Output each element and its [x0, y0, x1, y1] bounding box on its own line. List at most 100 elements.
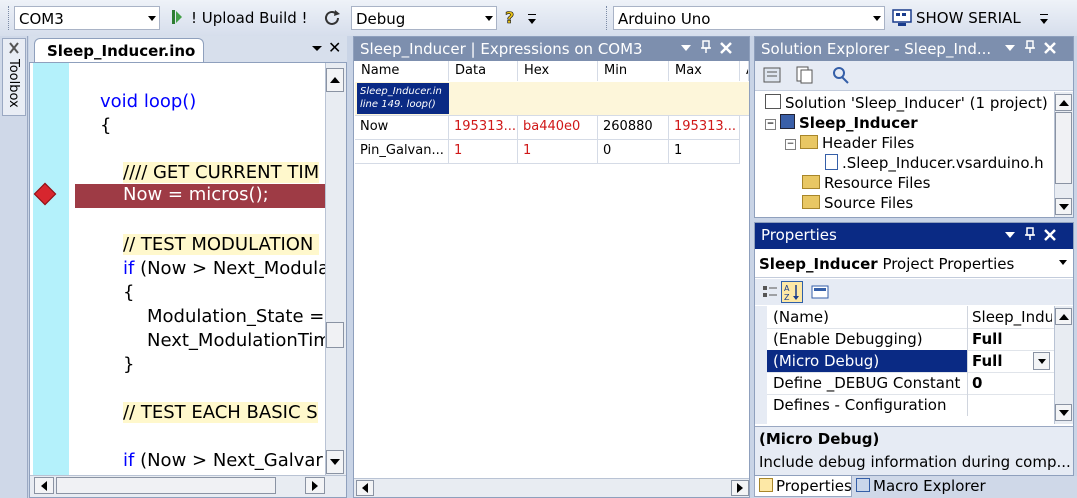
property-value[interactable]: Sleep_Indu	[972, 308, 1052, 326]
tab-sleep-inducer-ino[interactable]: Sleep_Inducer.ino	[34, 38, 204, 62]
pin-icon[interactable]	[1024, 227, 1036, 245]
properties-title-bar[interactable]: Properties	[755, 223, 1073, 249]
chevron-down-icon[interactable]	[482, 7, 496, 29]
tab-macro-explorer[interactable]: Macro Explorer	[852, 476, 990, 497]
column-header-max[interactable]: Max	[669, 61, 740, 81]
code-comment: //// GET CURRENT TIM	[123, 162, 320, 183]
upload-icon[interactable]	[172, 10, 182, 24]
tree-item-resource-files[interactable]: Resource Files	[802, 174, 930, 192]
properties-title: Properties	[761, 226, 837, 244]
expression-name[interactable]: Pin_Galvan...	[355, 140, 449, 164]
expression-name[interactable]: Now	[355, 116, 449, 140]
close-icon[interactable]	[1044, 227, 1056, 245]
toolbox-tab[interactable]: Toolbox	[2, 38, 26, 116]
dropdown-arrow-icon[interactable]	[1004, 227, 1016, 245]
property-row[interactable]: (Name) Sleep_Indu	[767, 306, 1054, 329]
column-header-a[interactable]: A	[740, 61, 749, 81]
close-icon[interactable]	[1044, 40, 1056, 58]
properties-icon[interactable]	[763, 66, 783, 84]
code-keyword: if	[123, 258, 135, 279]
column-header-min[interactable]: Min	[598, 61, 669, 81]
scroll-right-button[interactable]	[731, 480, 749, 496]
dropdown-arrow-icon[interactable]	[309, 40, 325, 56]
scroll-down-button[interactable]	[1055, 198, 1072, 215]
expression-min[interactable]: 260880	[598, 116, 669, 140]
expression-data[interactable]: 195313...	[449, 116, 518, 140]
editor-vertical-scrollbar[interactable]	[325, 63, 346, 475]
expressions-horizontal-scrollbar[interactable]	[354, 478, 749, 497]
scroll-right-button[interactable]	[305, 477, 325, 494]
scroll-thumb[interactable]	[56, 477, 276, 494]
expressions-title-bar[interactable]: Sleep_Inducer | Expressions on COM3	[354, 37, 749, 61]
debug-hint-icon[interactable]: ?	[504, 8, 518, 28]
solution-explorer-title-bar[interactable]: Solution Explorer - Sleep_Ind...	[755, 37, 1073, 61]
chevron-down-icon[interactable]	[870, 7, 884, 29]
scroll-left-button[interactable]	[356, 480, 374, 496]
toolbar-grip[interactable]	[606, 6, 609, 30]
scroll-up-button[interactable]	[1055, 94, 1072, 111]
expression-hex[interactable]: ba440e0	[518, 116, 598, 140]
expression-max[interactable]: 1	[669, 140, 740, 164]
refresh-icon[interactable]	[322, 8, 342, 28]
property-row[interactable]: (Enable Debugging) Full	[767, 328, 1054, 351]
pin-icon[interactable]	[700, 40, 712, 58]
class-view-icon[interactable]	[831, 66, 851, 84]
tab-properties[interactable]: Properties	[754, 476, 852, 497]
property-pages-icon[interactable]	[811, 283, 829, 301]
close-icon[interactable]	[720, 40, 732, 58]
board-combo[interactable]: Arduino Uno	[613, 6, 885, 30]
collapse-icon[interactable]: −	[785, 139, 796, 150]
property-row[interactable]: Defines - Configuration	[767, 394, 1054, 417]
dropdown-arrow-icon[interactable]	[1004, 40, 1016, 58]
column-header-name[interactable]: Name	[355, 61, 449, 81]
code-area[interactable]: void loop() { //// GET CURRENT TIM // TE…	[69, 63, 325, 475]
column-header-hex[interactable]: Hex	[518, 61, 598, 81]
property-dropdown-button[interactable]	[1033, 352, 1050, 370]
column-header-data[interactable]: Data	[449, 61, 518, 81]
property-value[interactable]: Full	[972, 330, 1052, 348]
serial-monitor-icon[interactable]	[892, 9, 912, 27]
tree-item-project[interactable]: − Sleep_Inducer	[765, 114, 918, 132]
code-comment: // TEST EACH BASIC S	[123, 402, 318, 423]
configuration-combo[interactable]: Debug	[351, 6, 497, 30]
categorized-icon[interactable]	[761, 283, 779, 301]
chevron-down-icon[interactable]	[145, 7, 159, 29]
scroll-thumb[interactable]	[1055, 112, 1072, 184]
scroll-thumb[interactable]	[326, 322, 344, 348]
expression-hex[interactable]: 1	[518, 140, 598, 164]
tree-item-solution[interactable]: Solution 'Sleep_Inducer' (1 project)	[765, 94, 1048, 112]
object-selector[interactable]: Sleep_Inducer Project Properties	[755, 250, 1073, 278]
scroll-left-button[interactable]	[34, 477, 54, 494]
dropdown-arrow-icon[interactable]	[680, 40, 692, 58]
breakpoint-margin[interactable]	[33, 63, 69, 475]
tree-item-header-files[interactable]: − Header Files	[785, 134, 914, 152]
expression-data[interactable]: 1	[449, 140, 518, 164]
scroll-up-button[interactable]	[326, 68, 344, 92]
property-value[interactable]: 0	[972, 374, 1052, 392]
toolbar-overflow-icon[interactable]	[528, 14, 538, 28]
upload-build-button[interactable]: ! Upload Build !	[191, 9, 308, 27]
pin-icon[interactable]	[1024, 40, 1036, 58]
expression-min[interactable]: 0	[598, 140, 669, 164]
breakpoint-code: Now = micros();	[123, 184, 269, 205]
toolbar-grip[interactable]	[8, 6, 11, 30]
scroll-up-button[interactable]	[1055, 308, 1072, 325]
show-all-files-icon[interactable]	[795, 66, 815, 84]
alphabetical-icon[interactable]: AZ	[781, 281, 803, 303]
scroll-down-button[interactable]	[326, 450, 344, 474]
property-row[interactable]: Define _DEBUG Constant 0	[767, 372, 1054, 395]
toolbar-overflow-icon[interactable]	[1040, 14, 1050, 28]
tree-item-header-file[interactable]: .Sleep_Inducer.vsarduino.h	[825, 154, 1044, 172]
code-line: void loop()	[100, 91, 197, 112]
show-serial-button[interactable]: SHOW SERIAL	[916, 9, 1021, 27]
breakpoint-line[interactable]: Now = micros();	[75, 184, 325, 208]
folder-icon	[802, 175, 820, 189]
scroll-down-button[interactable]	[1055, 404, 1072, 421]
port-combo[interactable]: COM3	[14, 6, 160, 30]
tree-item-source-files[interactable]: Source Files	[802, 194, 913, 212]
property-row-selected[interactable]: (Micro Debug) Full	[767, 350, 1054, 373]
expression-max[interactable]: 195313...	[669, 116, 740, 140]
chevron-down-icon[interactable]	[1059, 260, 1067, 265]
close-icon[interactable]: ✕	[328, 38, 341, 57]
collapse-icon[interactable]: −	[765, 119, 776, 130]
